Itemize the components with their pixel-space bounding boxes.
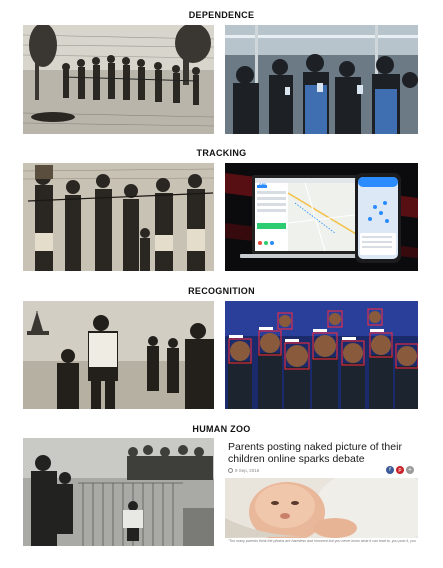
news-date-text: 9 Sep, 2016 [235,468,260,473]
news-article-card[interactable]: Parents posting naked picture of their c… [225,438,418,547]
share-buttons: f p + [386,466,414,474]
baby-photo [225,478,418,538]
facial-recognition-crowd-image [225,301,418,409]
facebook-icon[interactable]: f [386,466,394,474]
gps-tracking-dashboard-image: GPS [225,163,418,271]
news-date: 9 Sep, 2016 [228,468,259,473]
engraving-slave-inspection-image [23,301,214,409]
section-title-human-zoo: HUMAN ZOO [192,424,251,434]
section-title-tracking: TRACKING [196,148,247,158]
clock-icon [228,468,233,473]
subway-phone-users-photo [225,25,418,134]
engraving-slave-coffle-image [23,25,214,134]
news-headline[interactable]: Parents posting naked picture of their c… [228,441,416,465]
gps-app-logo: GPS [259,183,267,187]
share-icon[interactable]: + [406,466,414,474]
section-title-recognition: RECOGNITION [188,286,255,296]
news-photo-caption: "Too many parents think the photos are h… [228,539,416,543]
human-zoo-photo [23,438,214,546]
section-title-dependence: DEPENDENCE [188,10,255,20]
engraving-chained-captives-image [23,163,214,271]
pinterest-icon[interactable]: p [396,466,404,474]
